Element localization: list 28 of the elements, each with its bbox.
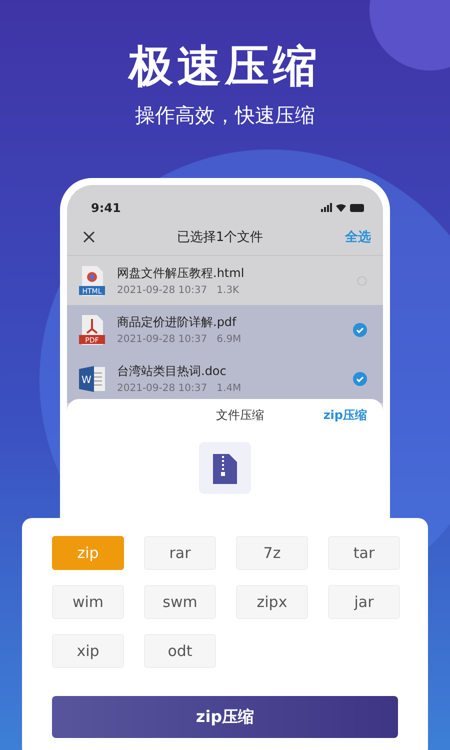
checked-icon[interactable] bbox=[353, 372, 367, 386]
zip-file-icon bbox=[199, 442, 251, 494]
format-option[interactable]: zipx bbox=[236, 585, 308, 619]
format-option[interactable]: rar bbox=[144, 536, 216, 570]
compress-button[interactable]: zip压缩 bbox=[52, 696, 398, 738]
file-meta: 2021-09-28 10:37 1.3K bbox=[117, 285, 240, 296]
status-icons bbox=[321, 203, 365, 213]
file-meta: 2021-09-28 10:37 6.9M bbox=[117, 334, 242, 345]
file-name: 台湾站类目热词.doc bbox=[117, 363, 228, 380]
file-name: 网盘文件解压教程.html bbox=[117, 265, 246, 282]
headline: 极速压缩 bbox=[129, 40, 321, 94]
format-option[interactable]: tar bbox=[328, 536, 400, 570]
format-option[interactable]: odt bbox=[144, 634, 216, 668]
format-option[interactable]: 7z bbox=[236, 536, 308, 570]
format-option[interactable]: wim bbox=[52, 585, 124, 619]
file-name: 商品定价进阶详解.pdf bbox=[117, 314, 238, 331]
status-time: 9:41 bbox=[91, 201, 121, 215]
format-option[interactable]: jar bbox=[328, 585, 400, 619]
format-option[interactable]: swm bbox=[144, 585, 216, 619]
format-option[interactable]: xip bbox=[52, 634, 124, 668]
sheet-title: 文件压缩 bbox=[215, 407, 266, 424]
sheet-format: zip压缩 bbox=[323, 407, 367, 424]
close-icon[interactable] bbox=[83, 231, 95, 243]
file-meta: 2021-09-28 10:37 1.4M bbox=[117, 383, 242, 394]
subheadline: 操作高效，快速压缩 bbox=[135, 102, 315, 129]
checked-icon[interactable] bbox=[353, 322, 367, 336]
file-row[interactable]: W 台湾站类目热词.doc 2021-09-28 10:37 1.4M bbox=[67, 354, 383, 403]
header-title: 已选择1个文件 bbox=[176, 229, 264, 246]
